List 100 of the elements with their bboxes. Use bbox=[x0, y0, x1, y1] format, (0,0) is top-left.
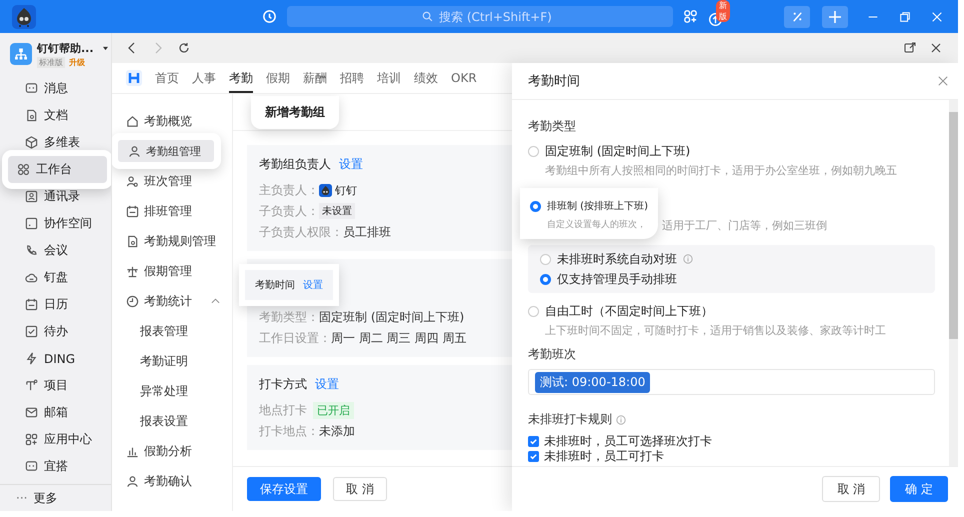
branch-icon bbox=[25, 379, 38, 392]
app-tab[interactable]: 招聘 bbox=[340, 63, 364, 93]
settings-link[interactable]: 设置 bbox=[303, 278, 323, 292]
app-tab[interactable]: 首页 bbox=[155, 63, 179, 93]
menu-item[interactable]: 假勤分析 bbox=[116, 436, 224, 466]
sidebar-item[interactable]: 宜搭 bbox=[8, 453, 107, 480]
magic-button[interactable] bbox=[784, 6, 810, 28]
menu-item[interactable]: 报表设置 bbox=[116, 406, 224, 436]
popout-icon[interactable] bbox=[904, 42, 916, 54]
menu-item[interactable]: 考勤证明 bbox=[116, 346, 224, 376]
shift-field[interactable]: 测试: 09:00-18:00 bbox=[528, 369, 935, 395]
grid-icon bbox=[17, 163, 30, 176]
confirm-button[interactable]: 确 定 bbox=[890, 476, 948, 502]
pie-chart-icon bbox=[126, 294, 139, 308]
settings-link[interactable]: 设置 bbox=[339, 156, 363, 173]
plan-tag: 标准版 bbox=[37, 56, 65, 68]
sidebar-item[interactable]: 协作空间 bbox=[8, 210, 107, 237]
cancel-button[interactable]: 取 消 bbox=[822, 476, 880, 502]
shift-tag: 测试: 09:00-18:00 bbox=[535, 372, 650, 392]
option-label[interactable]: 未排班时系统自动对班 bbox=[557, 250, 677, 268]
cube-icon bbox=[25, 136, 38, 149]
app-tab[interactable]: 薪酬 bbox=[303, 63, 327, 93]
sidebar-item[interactable]: 钉盘 bbox=[8, 264, 107, 291]
field-value: 固定班制 (固定时间上下班) bbox=[319, 308, 464, 326]
organization-icon bbox=[10, 43, 32, 65]
app-tab[interactable]: 考勤 bbox=[229, 63, 253, 93]
radio-button[interactable] bbox=[528, 306, 539, 316]
section-label: 未排班打卡规则 bbox=[528, 411, 612, 428]
app-logo bbox=[12, 4, 36, 28]
radio-button[interactable] bbox=[540, 274, 551, 284]
sidebar-item[interactable]: 消息 bbox=[8, 75, 107, 102]
close-icon bbox=[931, 10, 943, 22]
app-tab[interactable]: 绩效 bbox=[414, 63, 438, 93]
checkbox[interactable] bbox=[528, 436, 539, 447]
close-icon[interactable] bbox=[930, 42, 942, 54]
field-label: 主负责人： bbox=[259, 182, 319, 198]
card-title: 考勤组负责人 bbox=[259, 156, 331, 173]
caret-icon[interactable] bbox=[102, 46, 109, 50]
sidebar-item[interactable]: 通讯录 bbox=[8, 183, 107, 210]
search-icon bbox=[422, 11, 433, 22]
option-label[interactable]: 仅支持管理员手动排班 bbox=[557, 270, 677, 288]
history-icon[interactable] bbox=[262, 9, 277, 24]
option-label[interactable]: 固定班制 (固定时间上下班) bbox=[545, 142, 690, 160]
organization-name[interactable]: 钉钉帮助... bbox=[37, 40, 94, 56]
app-tab[interactable]: OKR bbox=[451, 63, 477, 93]
field-label: 子负责人： bbox=[259, 202, 319, 220]
checkbox-label[interactable]: 未排班时，员工可打卡 bbox=[544, 448, 664, 465]
search-field[interactable]: 搜索 (Ctrl+Shift+F) bbox=[287, 6, 673, 27]
option-label[interactable]: 自由工时（不固定时间上下班） bbox=[545, 302, 713, 320]
save-button[interactable]: 保存设置 bbox=[247, 477, 321, 501]
menu-item[interactable]: 班次管理 bbox=[116, 166, 224, 196]
menu-item[interactable]: 排班管理 bbox=[116, 196, 224, 226]
menu-item[interactable]: 考勤统计 bbox=[116, 286, 224, 316]
menu-item[interactable]: 报表管理 bbox=[116, 316, 224, 346]
phone-icon bbox=[25, 244, 38, 257]
app-tab[interactable]: 假期 bbox=[266, 63, 290, 93]
sidebar-item[interactable]: 项目 bbox=[8, 372, 107, 399]
option-description: 自定义设置每人的班次， bbox=[546, 218, 647, 231]
field-label: 考勤类型： bbox=[259, 308, 319, 326]
radio-button[interactable] bbox=[528, 146, 539, 156]
refresh-icon[interactable] bbox=[178, 42, 190, 54]
checkbox[interactable] bbox=[528, 451, 539, 462]
add-button[interactable] bbox=[822, 6, 848, 28]
app-tab[interactable]: 人事 bbox=[192, 63, 216, 93]
radio-button[interactable] bbox=[540, 254, 551, 264]
apps-icon[interactable] bbox=[683, 9, 698, 24]
menu-item[interactable]: 考勤确认 bbox=[116, 466, 224, 496]
new-badge: 新版 bbox=[716, 0, 730, 22]
scrollbar[interactable] bbox=[949, 100, 958, 466]
app-tab[interactable]: 培训 bbox=[377, 63, 401, 93]
sidebar-item[interactable]: 日历 bbox=[8, 291, 107, 318]
settings-link[interactable]: 设置 bbox=[315, 376, 339, 393]
home-icon bbox=[126, 114, 139, 128]
chat-icon bbox=[25, 82, 38, 95]
document-icon bbox=[126, 234, 139, 248]
checkbox-label[interactable]: 未排班时，员工可选择班次打卡 bbox=[544, 433, 712, 450]
sidebar-item[interactable]: 邮箱 bbox=[8, 399, 107, 426]
sidebar-item[interactable]: 文档 bbox=[8, 102, 107, 129]
menu-item[interactable]: 异常处理 bbox=[116, 376, 224, 406]
status-tag: 未设置 bbox=[319, 203, 355, 219]
menu-item[interactable]: 考勤组管理 bbox=[118, 140, 214, 162]
person-icon bbox=[126, 474, 139, 488]
sidebar-item[interactable]: 应用中心 bbox=[8, 426, 107, 453]
sidebar-item[interactable]: DING bbox=[8, 345, 107, 372]
sidebar-item[interactable]: 待办 bbox=[8, 318, 107, 345]
menu-item[interactable]: 考勤规则管理 bbox=[116, 226, 224, 256]
info-icon bbox=[616, 414, 626, 424]
field-label: 工作日设置： bbox=[259, 330, 331, 346]
restore-icon bbox=[899, 10, 911, 22]
sidebar-item[interactable]: 会议 bbox=[8, 237, 107, 264]
cancel-button[interactable]: 取 消 bbox=[333, 477, 387, 501]
person-icon bbox=[128, 144, 141, 158]
umbrella-icon bbox=[126, 264, 139, 278]
sidebar-item[interactable]: 工作台 bbox=[8, 156, 107, 183]
field-value: 员工排班 bbox=[343, 224, 391, 240]
option-label[interactable]: 排班制 (按排班上下班) bbox=[547, 199, 648, 213]
sidebar-item[interactable]: 多维表 bbox=[8, 129, 107, 156]
menu-item[interactable]: 假期管理 bbox=[116, 256, 224, 286]
menu-item[interactable]: 考勤概览 bbox=[116, 106, 224, 136]
radio-button[interactable] bbox=[530, 200, 541, 212]
